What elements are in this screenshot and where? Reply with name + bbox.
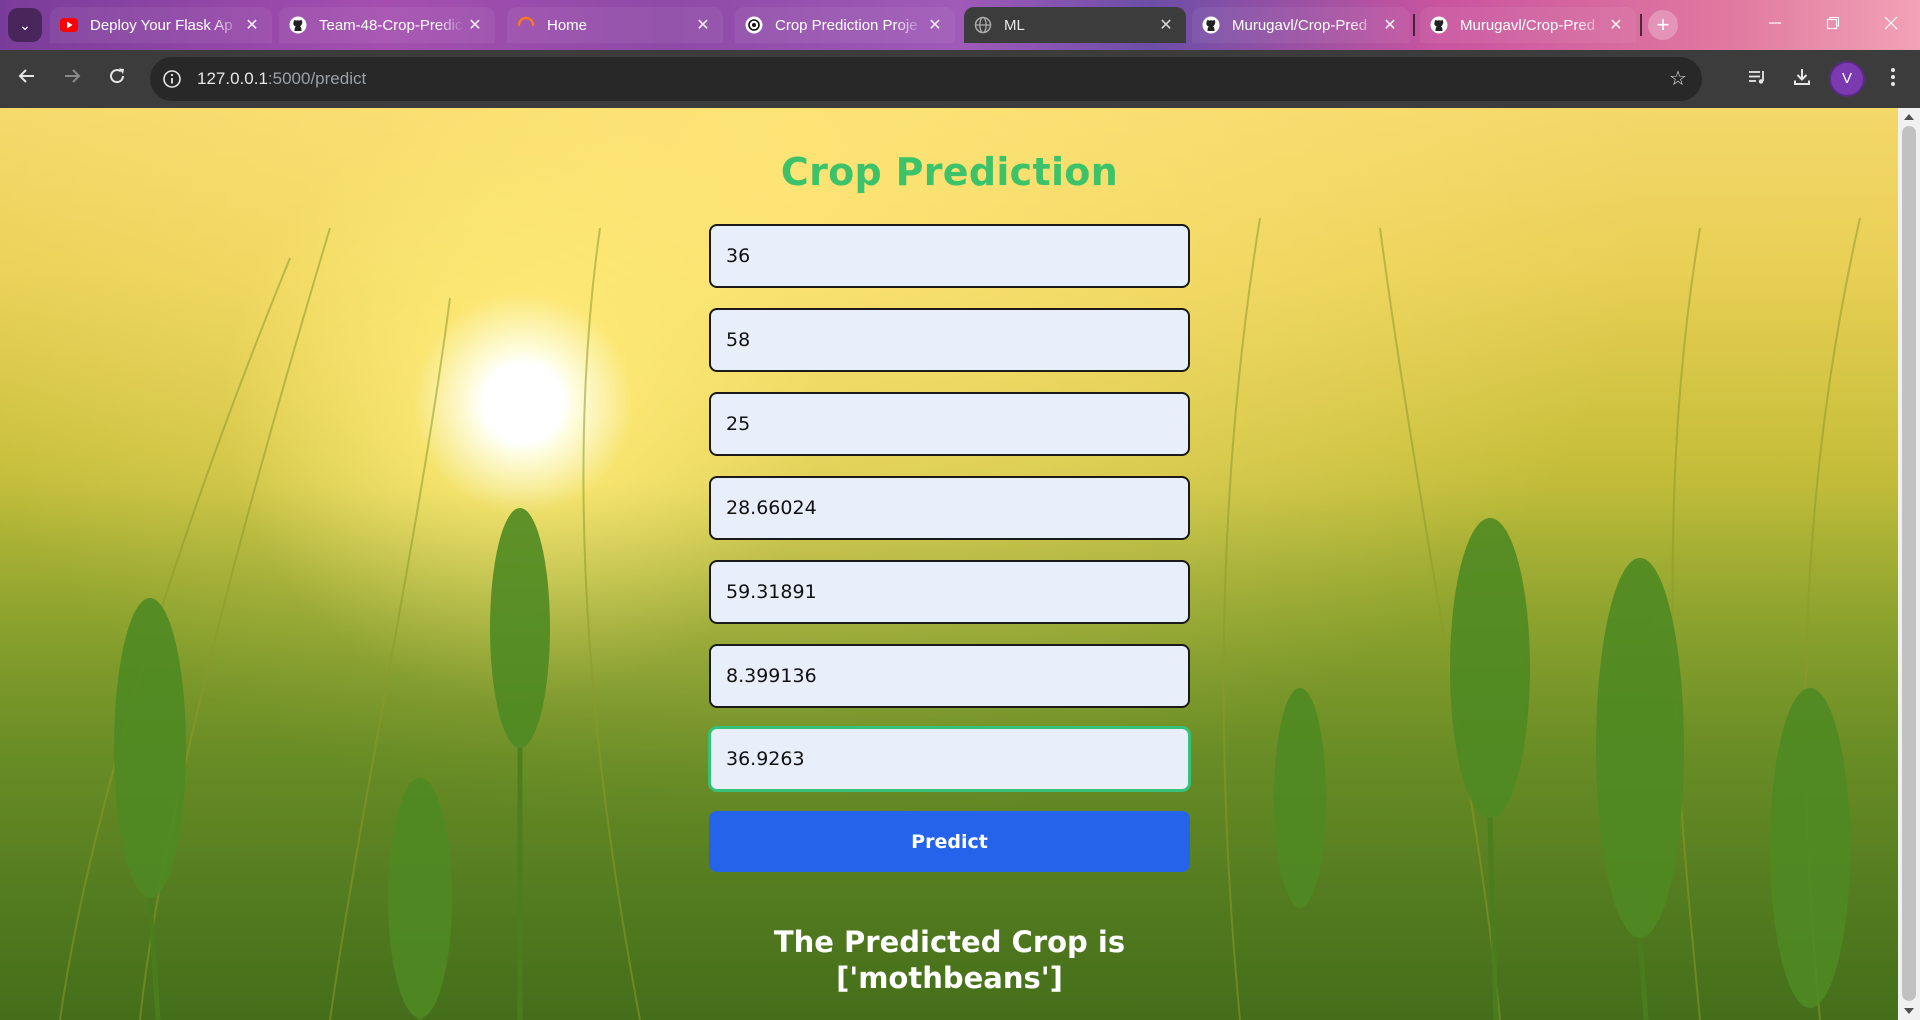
temperature-input[interactable] (709, 476, 1190, 540)
humidity-input[interactable] (709, 560, 1190, 624)
page-title: Crop Prediction (780, 150, 1119, 194)
scroll-down-icon[interactable] (1904, 1008, 1914, 1014)
url-path: :5000/predict (267, 69, 367, 88)
phosphorus-input[interactable] (709, 308, 1190, 372)
chevron-down-icon: ⌄ (19, 16, 31, 33)
profile-avatar[interactable]: V (1831, 63, 1863, 95)
tab-home[interactable]: Home ✕ (507, 7, 723, 43)
scroll-up-icon[interactable] (1904, 114, 1914, 120)
tab-crop-project[interactable]: Crop Prediction Proje ✕ (735, 7, 955, 43)
reload-button[interactable] (100, 62, 134, 96)
result-value: ['mothbeans'] (836, 961, 1063, 995)
tab-title: Deploy Your Flask Ap (90, 16, 233, 34)
back-button[interactable] (10, 62, 44, 96)
arrow-right-icon (63, 67, 81, 91)
site-info-icon[interactable] (160, 67, 184, 91)
close-icon[interactable]: ✕ (1380, 15, 1400, 35)
tab-murugavl-repo-2[interactable]: Murugavl/Crop-Pred ✕ (1420, 7, 1636, 43)
playlist-icon (1747, 67, 1767, 92)
tab-deploy-flask[interactable]: Deploy Your Flask Ap ✕ (50, 7, 272, 43)
close-icon[interactable]: ✕ (1606, 15, 1626, 35)
restore-button[interactable] (1804, 0, 1862, 50)
tab-title: Murugavl/Crop-Pred (1460, 16, 1596, 34)
download-icon (1792, 67, 1812, 92)
result-label: The Predicted Crop is (773, 925, 1126, 959)
reload-icon (108, 67, 126, 91)
tab-title: Home (547, 16, 588, 34)
address-bar[interactable]: 127.0.0.1:5000/predict ☆ (150, 57, 1702, 101)
close-icon[interactable]: ✕ (465, 15, 485, 35)
potassium-input[interactable] (709, 392, 1190, 456)
arrow-left-icon (18, 67, 36, 91)
github-icon (289, 16, 307, 34)
loading-spinner-icon (517, 16, 535, 34)
github-icon (1430, 16, 1448, 34)
scrollbar-thumb[interactable] (1902, 126, 1916, 1001)
tab-search-button[interactable]: ⌄ (8, 8, 42, 42)
tab-separator (1640, 14, 1642, 36)
close-icon[interactable]: ✕ (1156, 15, 1176, 35)
forward-button[interactable] (55, 62, 89, 96)
close-icon[interactable]: ✕ (242, 15, 262, 35)
tab-title: Crop Prediction Proje (775, 16, 918, 34)
more-vert-icon (1890, 67, 1896, 92)
youtube-icon (60, 16, 78, 34)
bookmark-star-icon[interactable]: ☆ (1666, 67, 1690, 91)
ph-input[interactable] (709, 644, 1190, 708)
page-scrollbar[interactable] (1898, 108, 1920, 1020)
close-window-button[interactable] (1862, 0, 1920, 50)
new-tab-button[interactable]: + (1648, 10, 1678, 40)
openai-icon (745, 16, 763, 34)
prediction-result: The Predicted Crop is ['mothbeans'] (709, 924, 1190, 996)
page-viewport: Crop Prediction Predict The Predicted Cr… (0, 108, 1898, 1020)
minimize-icon (1768, 16, 1782, 35)
tab-team48-repo[interactable]: Team-48-Crop-Predic ✕ (279, 7, 495, 43)
plus-icon: + (1656, 12, 1670, 37)
tab-title: Team-48-Crop-Predic (319, 16, 463, 34)
close-icon[interactable]: ✕ (925, 15, 945, 35)
url-text[interactable]: 127.0.0.1:5000/predict (197, 69, 366, 89)
tab-title: ML (1004, 16, 1025, 34)
rainfall-input[interactable] (709, 727, 1190, 791)
tab-strip: ⌄ Deploy Your Flask Ap ✕ Team-48-Crop-Pr… (0, 0, 1920, 50)
minimize-button[interactable] (1746, 0, 1804, 50)
close-icon[interactable]: ✕ (693, 15, 713, 35)
url-host: 127.0.0.1 (197, 69, 268, 88)
github-icon (1202, 16, 1220, 34)
browser-menu-button[interactable] (1876, 62, 1910, 96)
browser-toolbar: 127.0.0.1:5000/predict ☆ (0, 50, 1920, 108)
close-icon (1884, 16, 1898, 35)
tab-title: Murugavl/Crop-Pred (1232, 16, 1368, 34)
tab-murugavl-repo-1[interactable]: Murugavl/Crop-Pred ✕ (1192, 7, 1410, 43)
tab-ml[interactable]: ML ✕ (964, 7, 1186, 43)
predict-button[interactable]: Predict (709, 811, 1190, 872)
restore-icon (1826, 16, 1840, 35)
tab-separator (1413, 14, 1415, 36)
globe-icon (974, 16, 992, 34)
nitrogen-input[interactable] (709, 224, 1190, 288)
media-control-button[interactable] (1740, 62, 1774, 96)
downloads-button[interactable] (1785, 62, 1819, 96)
